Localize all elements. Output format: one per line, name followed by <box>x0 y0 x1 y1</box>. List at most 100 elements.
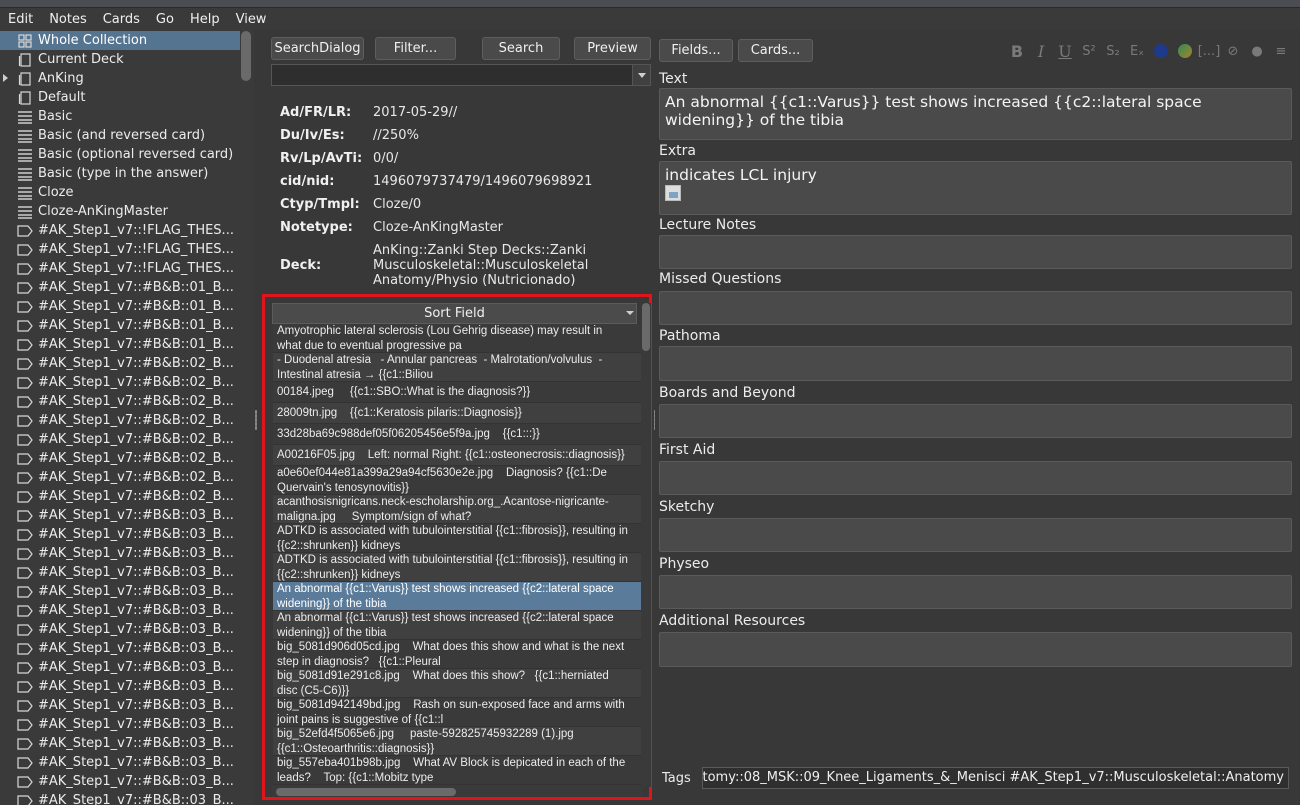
cards-button[interactable]: Cards... <box>738 39 813 62</box>
search-history-dropdown[interactable] <box>632 65 650 85</box>
sort-field-column-header[interactable]: Sort Field <box>272 303 637 324</box>
sidebar-item[interactable]: AnKing <box>0 69 240 88</box>
sidebar-item[interactable]: Default <box>0 88 240 107</box>
field-editor[interactable]: An abnormal {{c1::Varus}} test shows inc… <box>659 88 1292 140</box>
field-editor[interactable] <box>659 461 1292 495</box>
sidebar-item[interactable]: #AK_Step1_v7::#B&B::01_B... <box>0 335 240 354</box>
sidebar-scrollbar[interactable] <box>240 30 252 805</box>
menu-help[interactable]: Help <box>186 12 224 27</box>
card-list-row[interactable]: big_557eba401b98b.jpg What AV Block is d… <box>273 756 641 785</box>
card-list-row[interactable]: big_5081d942149bd.jpg Rash on sun-expose… <box>273 698 641 727</box>
sidebar-item[interactable]: Current Deck <box>0 50 240 69</box>
more-icon[interactable]: ≡ <box>1269 40 1293 62</box>
sidebar-item[interactable]: Basic (type in the answer) <box>0 164 240 183</box>
sidebar-item[interactable]: #AK_Step1_v7::#B&B::03_B... <box>0 658 240 677</box>
italic-icon[interactable]: I <box>1029 40 1053 62</box>
field-editor[interactable] <box>659 404 1292 438</box>
expand-arrow-icon[interactable] <box>3 74 8 82</box>
sidebar-item[interactable]: #AK_Step1_v7::#B&B::03_B... <box>0 677 240 696</box>
menu-edit[interactable]: Edit <box>4 12 37 27</box>
sidebar-item[interactable]: #AK_Step1_v7::#B&B::03_B... <box>0 544 240 563</box>
sidebar-item[interactable]: Basic (and reversed card) <box>0 126 240 145</box>
card-list-row[interactable]: big_5081d91e291c8.jpg What does this sho… <box>273 669 641 698</box>
card-list-row[interactable]: 28009tn.jpg {{c1::Keratosis pilaris::Dia… <box>273 403 641 424</box>
sidebar-item[interactable]: #AK_Step1_v7::#B&B::02_B... <box>0 373 240 392</box>
card-list-row[interactable]: ADTKD is associated with tubulointerstit… <box>273 553 641 582</box>
sidebar-item[interactable]: #AK_Step1_v7::#B&B::01_B... <box>0 316 240 335</box>
preview-button[interactable]: Preview <box>574 37 651 60</box>
sidebar-item[interactable]: #AK_Step1_v7::#B&B::03_B... <box>0 563 240 582</box>
card-list-row[interactable]: acanthosisnigricans.neck-escholarship.or… <box>273 495 641 524</box>
sidebar-scrollbar-thumb[interactable] <box>241 31 251 81</box>
attach-icon[interactable]: ⊘ <box>1221 40 1245 62</box>
sidebar-item[interactable]: #AK_Step1_v7::#B&B::01_B... <box>0 297 240 316</box>
search-input[interactable] <box>271 64 651 86</box>
sidebar-item[interactable]: #AK_Step1_v7::#B&B::03_B... <box>0 734 240 753</box>
sidebar-item[interactable]: #AK_Step1_v7::#B&B::02_B... <box>0 392 240 411</box>
field-editor[interactable] <box>659 346 1292 381</box>
sidebar-item[interactable]: #AK_Step1_v7::#B&B::03_B... <box>0 620 240 639</box>
search-button[interactable]: Search <box>482 37 560 60</box>
underline-icon[interactable]: U <box>1053 40 1077 62</box>
filter-button[interactable]: Filter... <box>375 37 456 60</box>
menu-go[interactable]: Go <box>152 12 178 27</box>
field-editor[interactable] <box>659 518 1292 552</box>
sidebar-item[interactable]: #AK_Step1_v7::#B&B::02_B... <box>0 468 240 487</box>
card-list-vertical-thumb[interactable] <box>642 303 650 351</box>
broken-image-icon[interactable] <box>665 185 681 201</box>
menu-cards[interactable]: Cards <box>99 12 144 27</box>
sidebar-item[interactable]: #AK_Step1_v7::#B&B::03_B... <box>0 525 240 544</box>
bold-icon[interactable]: B <box>1005 40 1029 62</box>
sidebar-item[interactable]: #AK_Step1_v7::#B&B::03_B... <box>0 506 240 525</box>
field-editor[interactable] <box>659 291 1292 325</box>
sidebar-item[interactable]: #AK_Step1_v7::#B&B::03_B... <box>0 791 240 805</box>
sidebar-item[interactable]: #AK_Step1_v7::#B&B::03_B... <box>0 639 240 658</box>
record-icon[interactable]: ● <box>1245 40 1269 62</box>
sidebar-item[interactable]: #AK_Step1_v7::#B&B::03_B... <box>0 582 240 601</box>
menu-notes[interactable]: Notes <box>45 12 91 27</box>
field-editor[interactable] <box>659 632 1292 667</box>
field-content[interactable]: An abnormal {{c1::Varus}} test shows inc… <box>665 93 1286 129</box>
card-list-row[interactable]: big_52efd4f5065e6.jpg paste-592825745932… <box>273 727 641 756</box>
sidebar-item[interactable]: #AK_Step1_v7::#B&B::03_B... <box>0 696 240 715</box>
cloze-icon[interactable]: [...] <box>1197 40 1221 62</box>
sidebar-item[interactable]: #AK_Step1_v7::#B&B::02_B... <box>0 487 240 506</box>
sidebar-item[interactable]: #AK_Step1_v7::#B&B::03_B... <box>0 753 240 772</box>
card-list-vertical-scrollbar[interactable] <box>641 303 651 787</box>
menu-view[interactable]: View <box>232 12 271 27</box>
subscript-icon[interactable]: S₂ <box>1101 40 1125 62</box>
card-list-row[interactable]: 00184.jpeg {{c1::SBO::What is the diagno… <box>273 382 641 403</box>
field-editor[interactable] <box>659 235 1292 269</box>
text-color-icon[interactable] <box>1149 40 1173 62</box>
sidebar-item[interactable]: #AK_Step1_v7::!FLAG_THES... <box>0 221 240 240</box>
sidebar-item[interactable]: #AK_Step1_v7::#B&B::03_B... <box>0 715 240 734</box>
field-editor[interactable] <box>659 575 1292 609</box>
sidebar-item[interactable]: #AK_Step1_v7::#B&B::03_B... <box>0 601 240 620</box>
highlight-color-icon[interactable] <box>1173 40 1197 62</box>
sidebar-item[interactable]: #AK_Step1_v7::!FLAG_THES... <box>0 240 240 259</box>
sidebar-item[interactable]: Whole Collection <box>0 31 240 50</box>
card-list-horizontal-scrollbar[interactable] <box>272 785 642 797</box>
card-list-row[interactable]: A00216F05.jpg Left: normal Right: {{c1::… <box>273 445 641 466</box>
sidebar-item[interactable]: #AK_Step1_v7::#B&B::03_B... <box>0 772 240 791</box>
sidebar-item[interactable]: #AK_Step1_v7::#B&B::02_B... <box>0 430 240 449</box>
search-dialog-button[interactable]: SearchDialog <box>271 37 364 60</box>
superscript-icon[interactable]: S² <box>1077 40 1101 62</box>
sidebar-item[interactable]: Basic <box>0 107 240 126</box>
card-list-row[interactable]: a0e60ef044e81a399a29a94cf5630e2e.jpg Dia… <box>273 466 641 495</box>
tags-input[interactable]: tomy::08_MSK::09_Knee_Ligaments_&_Menisc… <box>702 767 1289 789</box>
card-list-horizontal-thumb[interactable] <box>276 788 456 796</box>
sidebar-item[interactable]: #AK_Step1_v7::#B&B::02_B... <box>0 411 240 430</box>
sidebar-item[interactable]: #AK_Step1_v7::!FLAG_THES... <box>0 259 240 278</box>
card-list-row[interactable]: - Duodenal atresia - Annular pancreas - … <box>273 353 641 382</box>
field-editor[interactable]: indicates LCL injury <box>659 161 1292 215</box>
card-list-row[interactable]: 33d28ba69c988def05f06205456e5f9a.jpg {{c… <box>273 424 641 445</box>
sidebar-item[interactable]: #AK_Step1_v7::#B&B::02_B... <box>0 449 240 468</box>
field-content[interactable]: indicates LCL injury <box>665 166 1286 184</box>
sidebar-item[interactable]: Basic (optional reversed card) <box>0 145 240 164</box>
card-list-row[interactable]: big_5081d906d05cd.jpg What does this sho… <box>273 640 641 669</box>
sidebar-item[interactable]: #AK_Step1_v7::#B&B::02_B... <box>0 354 240 373</box>
fields-button[interactable]: Fields... <box>659 39 733 62</box>
tags-value[interactable]: tomy::08_MSK::09_Knee_Ligaments_&_Menisc… <box>703 770 1284 785</box>
sidebar-item[interactable]: #AK_Step1_v7::#B&B::01_B... <box>0 278 240 297</box>
